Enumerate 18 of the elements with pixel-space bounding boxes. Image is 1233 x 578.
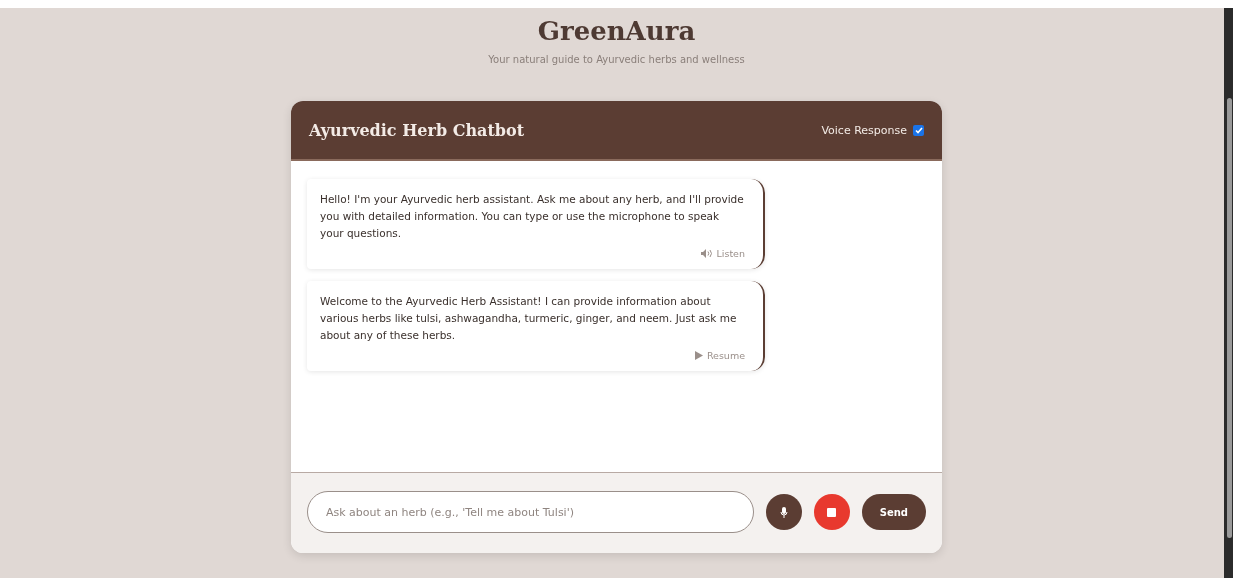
app-subtitle: Your natural guide to Ayurvedic herbs and wellness [488, 54, 745, 65]
voice-response-label: Voice Response [821, 123, 907, 137]
message-text: Welcome to the Ayurvedic Herb Assistant! I can provide information about various herbs like tulsi, ashwagandha, turmeric, ginger, and neem. Just ask me about any of these herbs. [320, 294, 738, 343]
app-title: GreenAura [537, 16, 696, 46]
scrollbar[interactable] [1224, 8, 1233, 578]
stop-icon [827, 507, 837, 517]
message-input[interactable]: Ask about an herb (e.g., 'Tell me about Tulsi') [307, 491, 754, 533]
send-button[interactable]: Send [861, 494, 926, 530]
speaker-icon [700, 249, 713, 258]
stop-button[interactable] [813, 494, 850, 530]
message-text: Hello! I'm your Ayurvedic herb assistant. Ask me about any herb, and I'll provide you with detailed information. You can type or use the microphone to speak your questions. [320, 192, 745, 241]
chat-title: Ayurvedic Herb Chatbot [309, 120, 525, 140]
microphone-icon [779, 506, 788, 518]
microphone-button[interactable] [765, 494, 802, 530]
resume-button[interactable]: Resume [694, 350, 745, 361]
play-icon [694, 351, 703, 360]
listen-button[interactable]: Listen [700, 248, 745, 259]
voice-response-checkbox[interactable] [913, 124, 924, 136]
